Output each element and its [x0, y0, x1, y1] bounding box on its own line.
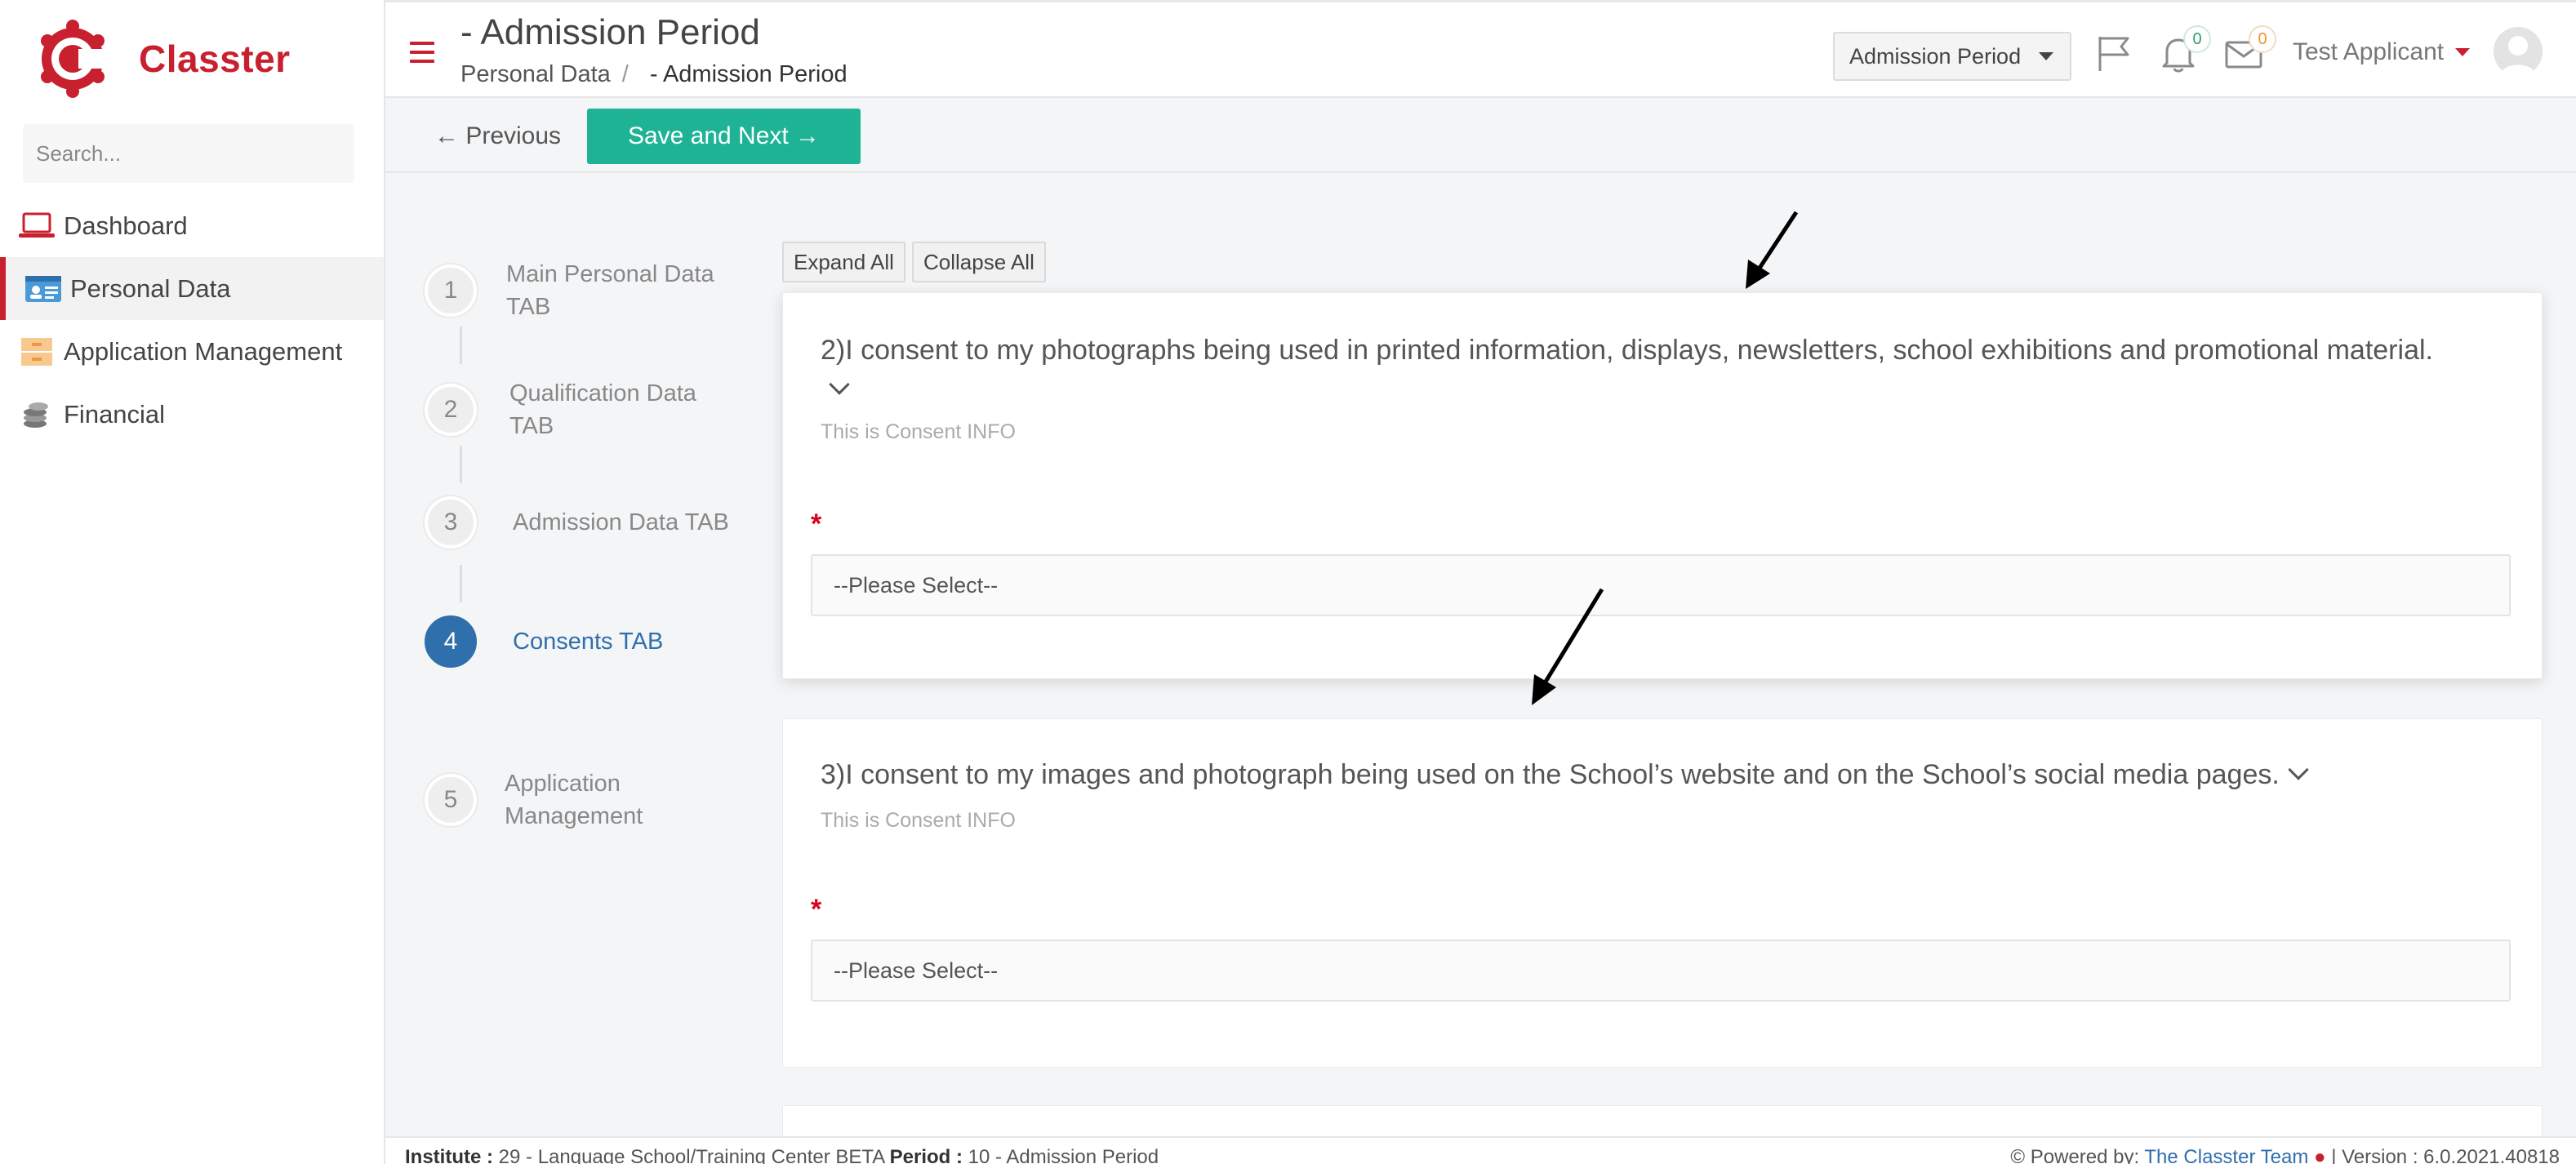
version-text: | Version : 6.0.2021.40818	[2331, 1146, 2560, 1164]
footer-institute-info: Institute : 29 - Language School/Trainin…	[405, 1146, 1159, 1164]
institute-value: 29 - Language School/Training Center BET…	[498, 1146, 884, 1164]
annotation-arrow	[1532, 588, 1604, 705]
copyright-icon: ©	[2010, 1146, 2026, 1164]
period-label: Period :	[889, 1146, 963, 1164]
footer: Institute : 29 - Language School/Trainin…	[385, 1136, 2576, 1164]
classter-small-logo-icon: ●	[2314, 1146, 2326, 1164]
app-root: Classter Dashboard	[0, 0, 2576, 1164]
footer-credits: © Powered by: The Classter Team ● | Vers…	[2010, 1146, 2560, 1164]
period-value: 10 - Admission Period	[968, 1146, 1159, 1164]
annotation-arrows	[1532, 211, 1799, 705]
annotation-arrow	[1746, 211, 1799, 289]
classter-team-link[interactable]: The Classter Team	[2144, 1146, 2308, 1164]
institute-label: Institute :	[405, 1146, 493, 1164]
powered-by-label: Powered by:	[2030, 1146, 2140, 1164]
